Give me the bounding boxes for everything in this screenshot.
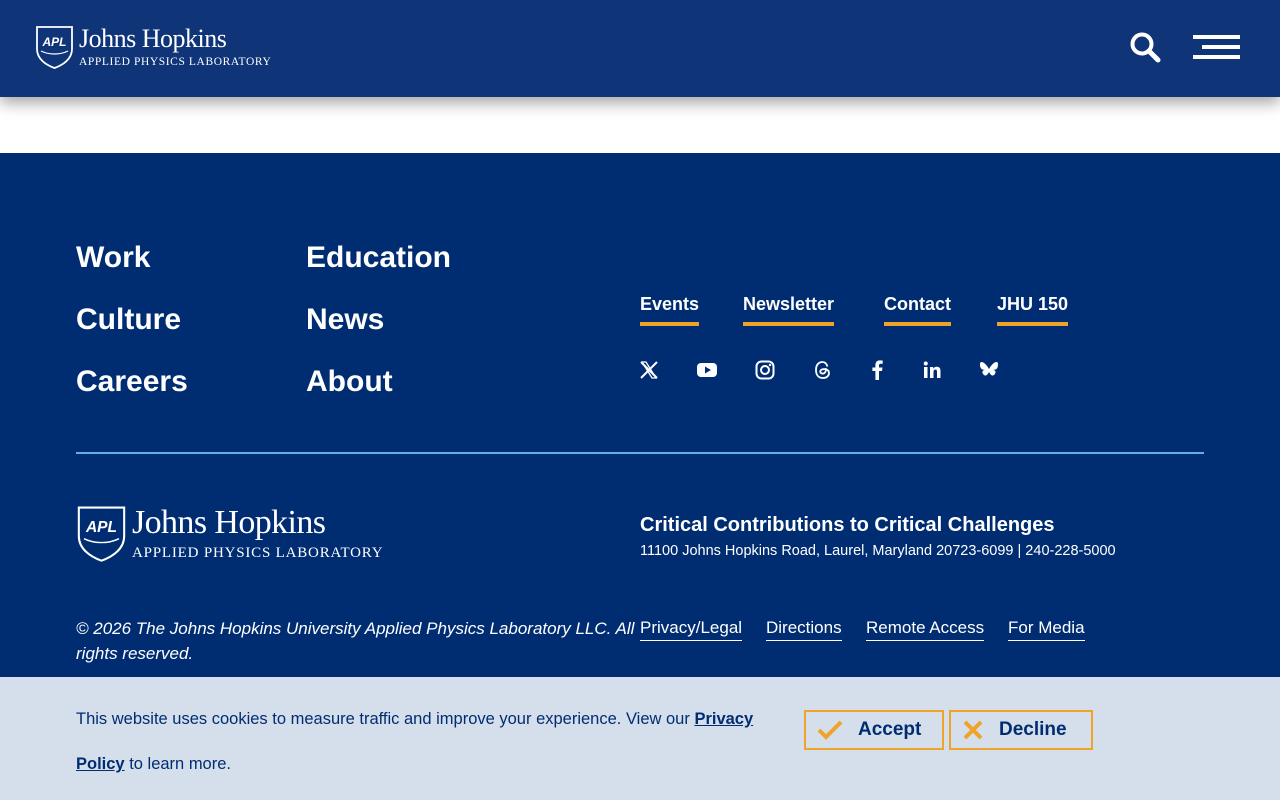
footer-nav-culture[interactable]: Culture bbox=[76, 303, 181, 337]
accept-button[interactable]: Accept bbox=[804, 710, 944, 750]
svg-text:APL: APL bbox=[42, 35, 67, 49]
header-logo[interactable]: APL Johns Hopkins APPLIED PHYSICS LABORA… bbox=[35, 25, 271, 69]
bluesky-icon[interactable] bbox=[978, 359, 1000, 381]
decline-button[interactable]: Decline bbox=[949, 710, 1093, 750]
contact-link[interactable]: Contact bbox=[884, 293, 951, 326]
footer-logo[interactable]: APL Johns Hopkins APPLIED PHYSICS LABORA… bbox=[76, 505, 383, 562]
hamburger-menu-icon[interactable] bbox=[1193, 33, 1240, 61]
logo-subtitle: APPLIED PHYSICS LABORATORY bbox=[132, 545, 384, 561]
copyright-text: © 2026 The Johns Hopkins University Appl… bbox=[76, 619, 635, 663]
footer-divider bbox=[76, 452, 1204, 454]
search-button[interactable] bbox=[1128, 30, 1162, 64]
footer-nav-work[interactable]: Work bbox=[76, 241, 150, 275]
footer-nav-education[interactable]: Education bbox=[306, 241, 451, 275]
cookie-banner: This website uses cookies to measure tra… bbox=[0, 677, 1280, 800]
check-icon bbox=[816, 718, 844, 742]
for-media-link[interactable]: For Media bbox=[1008, 617, 1085, 641]
remote-access-link[interactable]: Remote Access bbox=[866, 617, 985, 641]
instagram-icon[interactable] bbox=[754, 359, 776, 381]
jhu-150-link[interactable]: JHU 150 bbox=[997, 293, 1069, 326]
apl-shield-icon: APL bbox=[36, 26, 73, 69]
logo-subtitle: APPLIED PHYSICS LABORATORY bbox=[79, 56, 272, 68]
footer-nav-careers[interactable]: Careers bbox=[76, 365, 188, 399]
logo-wordmark: Johns Hopkins bbox=[79, 24, 227, 53]
content-band bbox=[0, 97, 1280, 153]
youtube-icon[interactable] bbox=[696, 359, 718, 381]
newsletter-link[interactable]: Newsletter bbox=[743, 293, 835, 326]
footer-nav-news[interactable]: News bbox=[306, 303, 384, 337]
footer-nav-about[interactable]: About bbox=[306, 365, 393, 399]
apl-shield-icon: APL bbox=[77, 506, 126, 562]
site-header: APL Johns Hopkins APPLIED PHYSICS LABORA… bbox=[0, 0, 1280, 97]
facebook-icon[interactable] bbox=[866, 359, 888, 381]
directions-link[interactable]: Directions bbox=[766, 617, 842, 641]
events-link[interactable]: Events bbox=[640, 293, 700, 326]
footer-address: 11100 Johns Hopkins Road, Laurel, Maryla… bbox=[640, 543, 1116, 559]
cookie-message: This website uses cookies to measure tra… bbox=[76, 710, 754, 773]
privacy-legal-link[interactable]: Privacy/Legal bbox=[640, 617, 743, 641]
svg-text:APL: APL bbox=[85, 519, 117, 536]
search-icon bbox=[1130, 32, 1161, 63]
x-twitter-icon[interactable] bbox=[638, 359, 660, 381]
close-icon bbox=[961, 718, 985, 742]
threads-icon[interactable] bbox=[812, 359, 834, 381]
footer-tagline: Critical Contributions to Critical Chall… bbox=[640, 514, 1055, 536]
linkedin-icon[interactable] bbox=[921, 359, 943, 381]
logo-wordmark: Johns Hopkins bbox=[132, 504, 326, 541]
